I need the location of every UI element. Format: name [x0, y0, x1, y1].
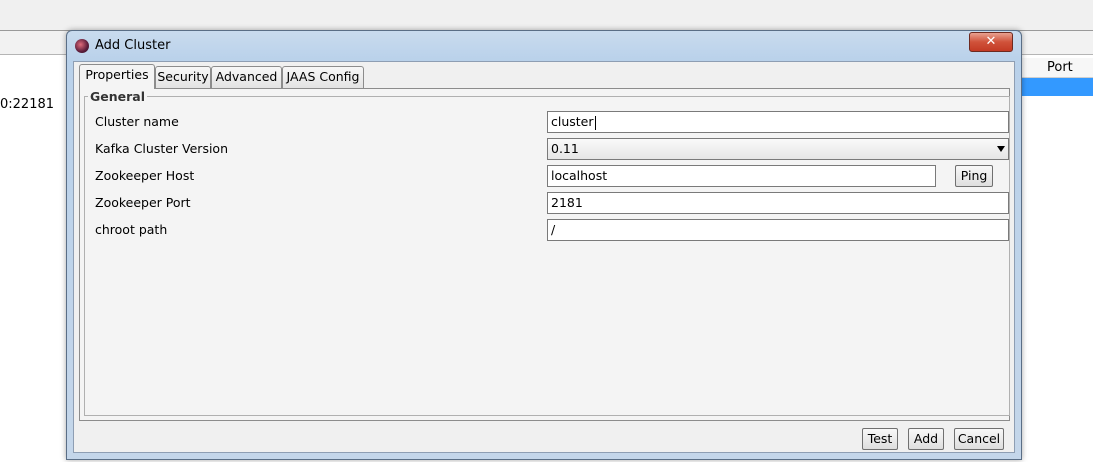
zookeeper-host-label: Zookeeper Host [95, 168, 195, 183]
group-title: General [88, 89, 147, 104]
tab-advanced[interactable]: Advanced [211, 66, 282, 88]
zookeeper-port-input[interactable]: 2181 [547, 192, 1009, 214]
add-button[interactable]: Add [908, 428, 944, 450]
ping-button[interactable]: Ping [955, 165, 993, 187]
tab-properties-label: Properties [85, 67, 149, 82]
test-button[interactable]: Test [862, 428, 898, 450]
zookeeper-host-input[interactable]: localhost [547, 165, 936, 187]
kafka-version-select[interactable]: 0.11 [547, 138, 1009, 160]
general-group: General Cluster name cluster Kafka Clust… [84, 89, 1010, 416]
zookeeper-port-label: Zookeeper Port [95, 195, 191, 210]
chroot-path-input[interactable]: / [547, 219, 1009, 241]
close-button[interactable]: ✕ [969, 32, 1013, 52]
chevron-down-icon [997, 146, 1005, 152]
text-caret [594, 115, 596, 130]
zookeeper-host-value: localhost [551, 168, 608, 183]
ping-label: Ping [960, 168, 988, 183]
background-toolbar [0, 0, 1093, 30]
cancel-label: Cancel [957, 431, 1001, 446]
table-cell-host: 0:22181 [0, 97, 55, 112]
test-label: Test [867, 431, 893, 446]
app-icon [75, 39, 89, 53]
dialog-title: Add Cluster [95, 38, 171, 53]
kafka-version-label: Kafka Cluster Version [95, 141, 228, 156]
cancel-button[interactable]: Cancel [954, 428, 1004, 450]
add-label: Add [913, 431, 939, 446]
chroot-path-value: / [551, 222, 556, 237]
cluster-name-input[interactable]: cluster [547, 111, 1009, 133]
selected-table-row[interactable] [1020, 78, 1093, 96]
cluster-name-value: cluster [551, 114, 594, 129]
cluster-name-label: Cluster name [95, 114, 179, 129]
zookeeper-port-value: 2181 [551, 195, 583, 210]
tab-security[interactable]: Security [155, 66, 211, 88]
tab-advanced-label: Advanced [215, 69, 278, 84]
dialog-client-area: Properties Security Advanced JAAS Config… [73, 61, 1015, 453]
dialog-titlebar[interactable]: Add Cluster ✕ [67, 31, 1021, 61]
tab-jaas-config-label: JAAS Config [286, 69, 360, 84]
kafka-version-value: 0.11 [551, 141, 579, 156]
tab-properties[interactable]: Properties [79, 64, 155, 89]
chroot-path-label: chroot path [95, 222, 168, 237]
add-cluster-dialog: Add Cluster ✕ Properties Security Advanc… [66, 30, 1022, 460]
tab-jaas-config[interactable]: JAAS Config [282, 66, 364, 88]
tab-security-label: Security [157, 69, 209, 84]
close-icon: ✕ [985, 34, 997, 49]
properties-panel: General Cluster name cluster Kafka Clust… [79, 88, 1010, 421]
column-header-port: Port [1047, 60, 1073, 75]
